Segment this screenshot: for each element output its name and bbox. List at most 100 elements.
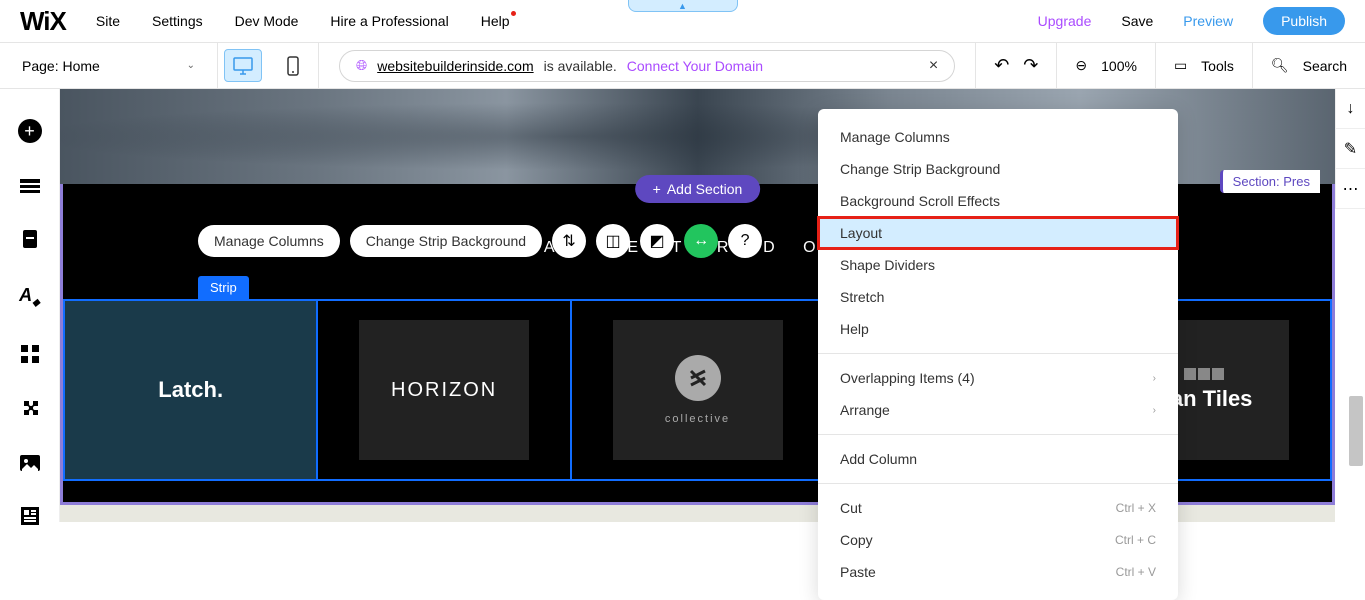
ctx-stretch[interactable]: Stretch	[818, 281, 1178, 313]
strip-toolbar: Manage Columns Change Strip Background ⇅…	[198, 224, 762, 258]
zoom-group[interactable]: ⊖ 100%	[1056, 43, 1155, 88]
mobile-device-button[interactable]	[268, 43, 318, 88]
separator	[818, 434, 1178, 435]
ctx-add-column[interactable]: Add Column	[818, 443, 1178, 475]
ctx-overlapping[interactable]: Overlapping Items (4)›	[818, 362, 1178, 394]
undo-redo-group: ↶ ↷	[975, 43, 1056, 88]
sections-button[interactable]	[17, 179, 43, 193]
scrollbar-thumb[interactable]	[1349, 396, 1363, 466]
ctx-paste[interactable]: PasteCtrl + V	[818, 556, 1178, 588]
separator	[818, 353, 1178, 354]
text-design-icon: A◆	[19, 285, 40, 309]
top-right: Upgrade Save Preview Publish	[1038, 7, 1345, 35]
menu-devmode[interactable]: Dev Mode	[235, 13, 299, 29]
add-section-button[interactable]: + Add Section	[635, 175, 761, 203]
horizon-logo: HORIZON	[359, 320, 529, 460]
ctx-copy[interactable]: CopyCtrl + C	[818, 524, 1178, 556]
ctx-layout[interactable]: Layout	[818, 217, 1178, 249]
scroll-icon: ⇅	[562, 231, 575, 251]
media-button[interactable]	[17, 455, 43, 471]
ctx-arrange[interactable]: Arrange›	[818, 394, 1178, 426]
column-horizon[interactable]: HORIZON	[318, 301, 571, 479]
section-badge[interactable]: Section: Pres	[1220, 170, 1320, 193]
layout-icon: ◫	[606, 231, 621, 251]
strip-label[interactable]: Strip	[198, 276, 249, 299]
search-label: Search	[1303, 58, 1347, 74]
more-icon: ⋯	[1343, 179, 1359, 199]
ctx-change-background[interactable]: Change Strip Background	[818, 153, 1178, 185]
add-section-label: Add Section	[667, 181, 743, 197]
zoom-icon: ⊖	[1075, 57, 1087, 74]
pantiles-icon	[1184, 368, 1224, 380]
image-icon	[20, 455, 40, 471]
top-collapse-pill[interactable]: ▲	[628, 0, 738, 12]
desktop-device-button[interactable]	[224, 49, 262, 82]
context-menu: Manage Columns Change Strip Background B…	[818, 109, 1178, 600]
stretch-button[interactable]: ↔	[684, 224, 718, 258]
domain-name: websitebuilderinside.com	[377, 58, 533, 74]
right-rail: ↓ ✎ ⋯	[1335, 89, 1365, 209]
grid-icon	[21, 345, 39, 363]
save-link[interactable]: Save	[1121, 13, 1153, 29]
ctx-manage-columns[interactable]: Manage Columns	[818, 121, 1178, 153]
addons-button[interactable]	[17, 399, 43, 419]
upgrade-link[interactable]: Upgrade	[1038, 13, 1092, 29]
menu-help[interactable]: Help	[481, 13, 510, 29]
ctx-shape-dividers[interactable]: Shape Dividers	[818, 249, 1178, 281]
close-icon[interactable]: ×	[929, 57, 938, 75]
wix-logo[interactable]: WiX	[20, 6, 66, 37]
domain-avail: is available.	[544, 58, 617, 74]
desktop-icon	[233, 57, 253, 75]
separator	[818, 483, 1178, 484]
menu-site[interactable]: Site	[96, 13, 120, 29]
design-button[interactable]: A◆	[17, 285, 43, 309]
sections-icon	[20, 179, 40, 193]
plus-icon: +	[18, 119, 42, 143]
undo-icon[interactable]: ↶	[994, 55, 1009, 76]
menu-hire[interactable]: Hire a Professional	[330, 13, 448, 29]
apps-button[interactable]	[17, 345, 43, 363]
more-button[interactable]: ⋯	[1336, 169, 1365, 209]
plus-icon: +	[653, 181, 661, 197]
help-circle-button[interactable]: ?	[728, 224, 762, 258]
chevron-down-icon: ⌄	[187, 60, 195, 71]
tools-group[interactable]: ▭ Tools	[1155, 43, 1252, 88]
page-selector[interactable]: Page: Home ⌄	[0, 43, 218, 88]
left-rail: + A◆	[0, 89, 60, 522]
preview-link[interactable]: Preview	[1183, 13, 1233, 29]
publish-button[interactable]: Publish	[1263, 7, 1345, 35]
collective-icon	[675, 355, 721, 401]
add-button[interactable]: +	[17, 119, 43, 143]
animation-button[interactable]: ◩	[640, 224, 674, 258]
menu-settings[interactable]: Settings	[152, 13, 203, 29]
latch-logo: Latch.	[106, 320, 276, 460]
change-background-button[interactable]: Change Strip Background	[350, 225, 542, 257]
globe-icon: 🌐︎	[356, 57, 367, 74]
chevron-right-icon: ›	[1153, 373, 1156, 384]
arrow-down-icon: ↓	[1347, 100, 1355, 118]
domain-pill[interactable]: 🌐︎ websitebuilderinside.com is available…	[339, 50, 955, 82]
ctx-help[interactable]: Help	[818, 313, 1178, 345]
pencil-icon: ✎	[1344, 139, 1357, 159]
layers-button[interactable]: ↓	[1336, 89, 1365, 129]
pages-button[interactable]	[17, 229, 43, 249]
connect-domain-link[interactable]: Connect Your Domain	[627, 58, 763, 74]
secondbar: Page: Home ⌄ 🌐︎ websitebuilderinside.com…	[0, 43, 1365, 89]
column-latch[interactable]: Latch.	[65, 301, 318, 479]
manage-columns-button[interactable]: Manage Columns	[198, 225, 340, 257]
ctx-scroll-effects[interactable]: Background Scroll Effects	[818, 185, 1178, 217]
help-icon: ?	[741, 232, 750, 250]
edit-button[interactable]: ✎	[1336, 129, 1365, 169]
zoom-value: 100%	[1101, 58, 1137, 74]
page-icon	[22, 229, 38, 249]
puzzle-icon	[20, 399, 40, 419]
ctx-cut[interactable]: CutCtrl + X	[818, 492, 1178, 524]
tools-icon: ▭	[1174, 57, 1187, 74]
search-group[interactable]: 🔍︎ Search	[1252, 43, 1365, 88]
column-collective[interactable]: collective	[572, 301, 825, 479]
layout-circle-button[interactable]: ◫	[596, 224, 630, 258]
redo-icon[interactable]: ↷	[1023, 55, 1038, 76]
scroll-button[interactable]: ⇅	[552, 224, 586, 258]
tools-label: Tools	[1201, 58, 1234, 74]
search-icon: 🔍︎	[1271, 57, 1289, 74]
